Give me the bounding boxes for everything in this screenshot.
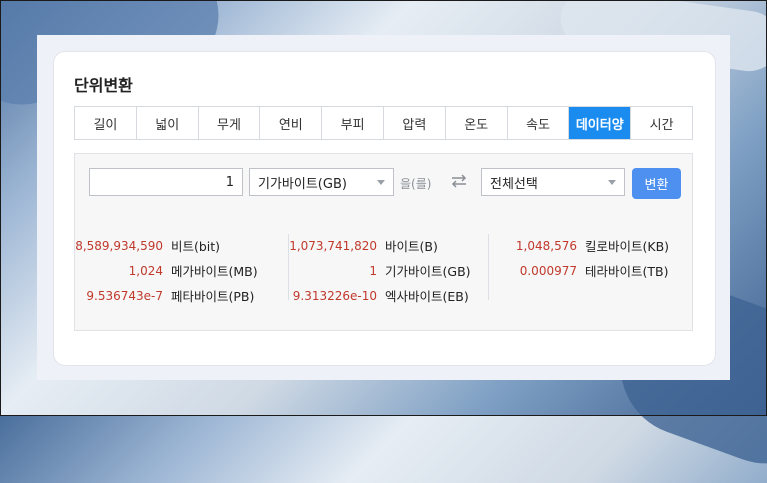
converter-panel: 기가바이트(GB) 을(를) 전체선택 변환 8,589,934,590 비트(… <box>74 153 693 331</box>
chevron-down-icon <box>377 180 385 185</box>
converter-widget: 단위변환 길이 넓이 무게 연비 부피 압력 온도 속도 데이터양 시간 기가바… <box>37 35 730 380</box>
result-value: 0.000977 <box>519 264 577 278</box>
result-unit: 메가바이트(MB) <box>171 264 258 279</box>
from-unit-value: 기가바이트(GB) <box>258 176 347 192</box>
tab-speed[interactable]: 속도 <box>508 107 570 139</box>
result-unit: 엑사바이트(EB) <box>385 289 469 304</box>
results-column: 1,073,741,820 바이트(B) 1 기가바이트(GB) 9.31322… <box>288 234 489 304</box>
result-row: 9.536743e-7 페타바이트(PB) <box>75 284 275 309</box>
result-unit: 바이트(B) <box>385 239 438 254</box>
chevron-down-icon <box>608 180 616 185</box>
result-unit: 테라바이트(TB) <box>585 264 669 279</box>
converter-card: 단위변환 길이 넓이 무게 연비 부피 압력 온도 속도 데이터양 시간 기가바… <box>53 51 716 366</box>
swap-icon[interactable] <box>449 171 469 191</box>
tab-length[interactable]: 길이 <box>75 107 137 139</box>
result-value: 1,048,576 <box>515 239 577 253</box>
result-row: 9.313226e-10 엑사바이트(EB) <box>289 284 489 309</box>
result-row: 1 기가바이트(GB) <box>289 259 489 284</box>
from-unit-select[interactable]: 기가바이트(GB) <box>249 168 394 196</box>
result-unit: 킬로바이트(KB) <box>585 239 670 254</box>
result-unit: 비트(bit) <box>171 239 221 254</box>
results-column: 1,048,576 킬로바이트(KB) 0.000977 테라바이트(TB) <box>488 234 689 300</box>
result-unit: 페타바이트(PB) <box>171 289 255 304</box>
tab-temperature[interactable]: 온도 <box>446 107 508 139</box>
results-column: 8,589,934,590 비트(bit) 1,024 메가바이트(MB) 9.… <box>75 234 275 309</box>
tab-volume[interactable]: 부피 <box>322 107 384 139</box>
to-unit-value: 전체선택 <box>490 176 538 192</box>
result-value: 1,073,741,820 <box>289 239 377 253</box>
result-value: 1 <box>369 264 377 278</box>
result-row: 8,589,934,590 비트(bit) <box>75 234 275 259</box>
result-unit: 기가바이트(GB) <box>385 264 471 279</box>
tab-area[interactable]: 넓이 <box>137 107 199 139</box>
convert-button[interactable]: 변환 <box>632 168 681 199</box>
tab-fuel-economy[interactable]: 연비 <box>260 107 323 139</box>
result-value: 8,589,934,590 <box>75 239 163 253</box>
result-row: 1,024 메가바이트(MB) <box>75 259 275 284</box>
result-value: 9.313226e-10 <box>292 289 377 303</box>
result-value: 1,024 <box>128 264 163 278</box>
result-row: 1,073,741,820 바이트(B) <box>289 234 489 259</box>
tab-time[interactable]: 시간 <box>631 107 692 139</box>
result-value: 9.536743e-7 <box>86 289 163 303</box>
result-row: 1,048,576 킬로바이트(KB) <box>489 234 689 259</box>
value-input[interactable] <box>89 168 243 196</box>
widget-title: 단위변환 <box>74 76 133 95</box>
particle-label: 을(를) <box>400 177 432 191</box>
to-unit-select[interactable]: 전체선택 <box>481 168 625 196</box>
tab-pressure[interactable]: 압력 <box>384 107 446 139</box>
tab-weight[interactable]: 무게 <box>199 107 261 139</box>
result-row: 0.000977 테라바이트(TB) <box>489 259 689 284</box>
tab-data-amount[interactable]: 데이터양 <box>569 107 632 139</box>
category-tabs: 길이 넓이 무게 연비 부피 압력 온도 속도 데이터양 시간 <box>74 106 693 140</box>
